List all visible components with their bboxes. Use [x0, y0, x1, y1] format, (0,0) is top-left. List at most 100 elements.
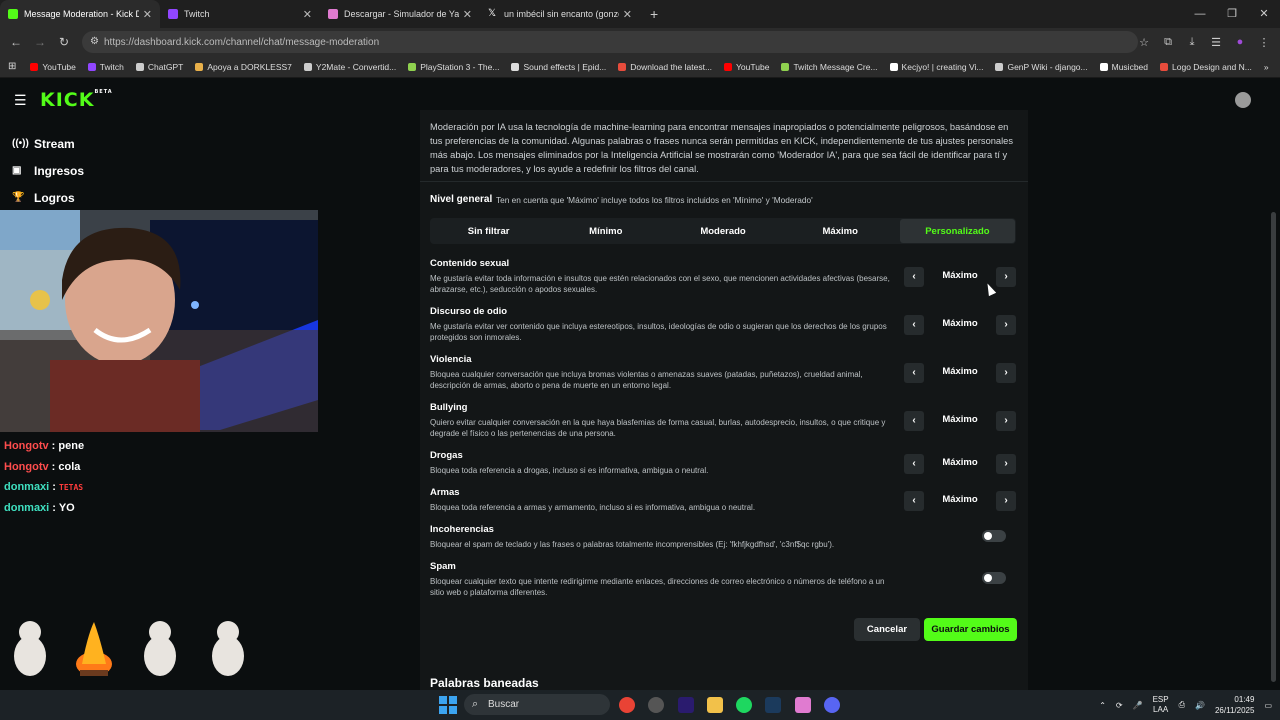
bookmark-item[interactable]: Kecjyo! | creating Vi... — [889, 62, 983, 72]
tab-kick-moderation[interactable]: Message Moderation - Kick Da ✕ — [0, 0, 160, 28]
chevron-right-icon[interactable]: › — [996, 491, 1016, 511]
url-text: https://dashboard.kick.com/channel/chat/… — [104, 36, 380, 48]
discord-icon[interactable] — [824, 697, 840, 713]
bookmark-item[interactable]: Apoya a DORKLESS7 — [195, 62, 292, 72]
bookmark-item[interactable]: Y2Mate - Convertid... — [303, 62, 396, 72]
clock[interactable]: 01:49 26/11/2025 — [1215, 694, 1254, 716]
notifications-icon[interactable]: ▭ — [1264, 701, 1272, 710]
webcam-overlay — [0, 210, 318, 432]
tab-x-post[interactable]: 𝕏 un imbécil sin encanto (gonzo ✕ — [480, 0, 640, 28]
level-maximo[interactable]: Máximo — [783, 219, 898, 243]
chat-username: Hongotv — [4, 460, 49, 473]
chevron-left-icon[interactable]: ‹ — [904, 411, 924, 431]
chevron-right-icon[interactable]: › — [996, 454, 1016, 474]
switch-knob — [984, 532, 992, 540]
bookmark-item[interactable]: ChatGPT — [135, 62, 183, 72]
tab-close-icon[interactable]: ✕ — [623, 8, 632, 21]
back-icon[interactable]: ← — [4, 35, 28, 49]
chevron-left-icon[interactable]: ‹ — [904, 491, 924, 511]
page-scrollbar[interactable] — [1271, 212, 1276, 682]
window-controls: — ❐ ✕ — [1184, 0, 1280, 28]
close-window-icon[interactable]: ✕ — [1248, 0, 1280, 28]
network-icon[interactable]: ⎙ — [1179, 700, 1185, 710]
hamburger-menu-icon[interactable]: ☰ — [14, 92, 27, 109]
extensions-icon[interactable]: ⧉ — [1156, 36, 1180, 49]
volume-icon[interactable]: 🔊 — [1195, 701, 1205, 710]
sidebar-item-ingresos[interactable]: ▣ Ingresos — [0, 157, 320, 184]
spam-switch[interactable] — [982, 572, 1006, 584]
sidebar-item-stream[interactable]: ((•)) Stream — [0, 130, 320, 157]
chevron-right-icon[interactable]: › — [996, 411, 1016, 431]
bookmark-item[interactable]: Sound effects | Epid... — [511, 62, 606, 72]
user-avatar[interactable] — [1235, 92, 1251, 108]
premiere-icon[interactable] — [678, 697, 694, 713]
trophy-icon: 🏆 — [12, 192, 25, 203]
cancel-button[interactable]: Cancelar — [854, 618, 920, 641]
sync-icon[interactable]: ⟳ — [1116, 701, 1123, 710]
save-changes-button[interactable]: Guardar cambios — [924, 618, 1017, 641]
maximize-icon[interactable]: ❐ — [1216, 0, 1248, 28]
bookmark-item[interactable]: Musicbed — [1099, 62, 1148, 72]
category-armas: Armas Bloquea toda referencia a armas y … — [430, 487, 1016, 513]
reload-icon[interactable]: ↻ — [52, 35, 76, 49]
toggle-name: Spam — [430, 561, 456, 572]
sidebar-item-logros[interactable]: 🏆 Logros — [0, 184, 320, 211]
tab-close-icon[interactable]: ✕ — [143, 8, 152, 21]
chevron-right-icon[interactable]: › — [996, 315, 1016, 335]
bookmark-item[interactable]: Download the latest... — [618, 62, 712, 72]
profile-icon[interactable]: ● — [1228, 36, 1252, 48]
chevron-up-icon[interactable]: ⌃ — [1099, 701, 1106, 710]
chrome-icon[interactable] — [619, 697, 635, 713]
windows-start-icon[interactable] — [439, 696, 457, 714]
bookmark-item[interactable]: PlayStation 3 - The... — [408, 62, 499, 72]
level-minimo[interactable]: Mínimo — [548, 219, 663, 243]
site-info-icon[interactable]: ⚙ — [90, 36, 99, 47]
steam-icon[interactable] — [765, 697, 781, 713]
download-icon[interactable]: ⤓ — [1180, 36, 1204, 49]
bookmark-item[interactable]: Twitch Message Cre... — [781, 62, 878, 72]
level-moderado[interactable]: Moderado — [665, 219, 780, 243]
microphone-icon[interactable]: 🎤 — [1133, 701, 1143, 710]
chevron-left-icon[interactable]: ‹ — [904, 363, 924, 383]
taskbar-search-input[interactable]: ⌕ Buscar — [464, 694, 610, 715]
cat-emote — [14, 621, 244, 676]
language-indicator[interactable]: ESP LAA — [1153, 695, 1169, 715]
category-description: Bloquea toda referencia a armas y armame… — [430, 503, 756, 512]
chat-text: YO — [58, 501, 75, 514]
tab-twitch[interactable]: Twitch ✕ — [160, 0, 320, 28]
chevron-left-icon[interactable]: ‹ — [904, 267, 924, 287]
apps-grid-icon[interactable]: ⊞ — [8, 61, 16, 72]
new-tab-icon[interactable]: + — [650, 6, 658, 22]
tab-close-icon[interactable]: ✕ — [463, 8, 472, 21]
level-sin-filtrar[interactable]: Sin filtrar — [431, 219, 546, 243]
reading-list-icon[interactable]: ☰ — [1204, 36, 1228, 49]
level-stepper: ‹ Máximo › — [904, 362, 1016, 386]
menu-kebab-icon[interactable]: ⋮ — [1252, 36, 1276, 49]
bookmark-item[interactable]: YouTube — [30, 62, 76, 72]
chevron-left-icon[interactable]: ‹ — [904, 454, 924, 474]
bookmark-item[interactable]: YouTube — [724, 62, 769, 72]
bookmark-item[interactable]: GenP Wiki - django... — [995, 62, 1088, 72]
url-input[interactable]: ⚙ https://dashboard.kick.com/channel/cha… — [82, 31, 1138, 53]
tab-close-icon[interactable]: ✕ — [303, 8, 312, 21]
more-bookmarks-icon[interactable]: » — [1264, 62, 1269, 72]
chevron-right-icon[interactable]: › — [996, 363, 1016, 383]
bookmark-item[interactable]: Twitch — [87, 62, 124, 72]
toggle-description: Bloquear el spam de teclado y las frases… — [430, 540, 835, 549]
chevron-left-icon[interactable]: ‹ — [904, 315, 924, 335]
kick-logo[interactable]: KICKBETA — [40, 89, 113, 111]
spotify-icon[interactable] — [736, 697, 752, 713]
toggle-description: Bloquear cualquier texto que intente red… — [430, 577, 885, 597]
level-personalizado[interactable]: Personalizado — [899, 219, 1016, 243]
bookmark-favicon-icon — [195, 62, 204, 71]
incoherencias-switch[interactable] — [982, 530, 1006, 542]
chevron-right-icon[interactable]: › — [996, 267, 1016, 287]
yandere-app-icon[interactable] — [795, 697, 811, 713]
tab-descargar[interactable]: Descargar - Simulador de Yand ✕ — [320, 0, 480, 28]
obs-icon[interactable] — [648, 697, 664, 713]
forward-icon[interactable]: → — [28, 35, 52, 49]
minimize-icon[interactable]: — — [1184, 0, 1216, 28]
bookmark-item[interactable]: Logo Design and N... — [1160, 62, 1252, 72]
bookmark-star-icon[interactable]: ☆ — [1132, 36, 1156, 49]
file-explorer-icon[interactable] — [707, 697, 723, 713]
